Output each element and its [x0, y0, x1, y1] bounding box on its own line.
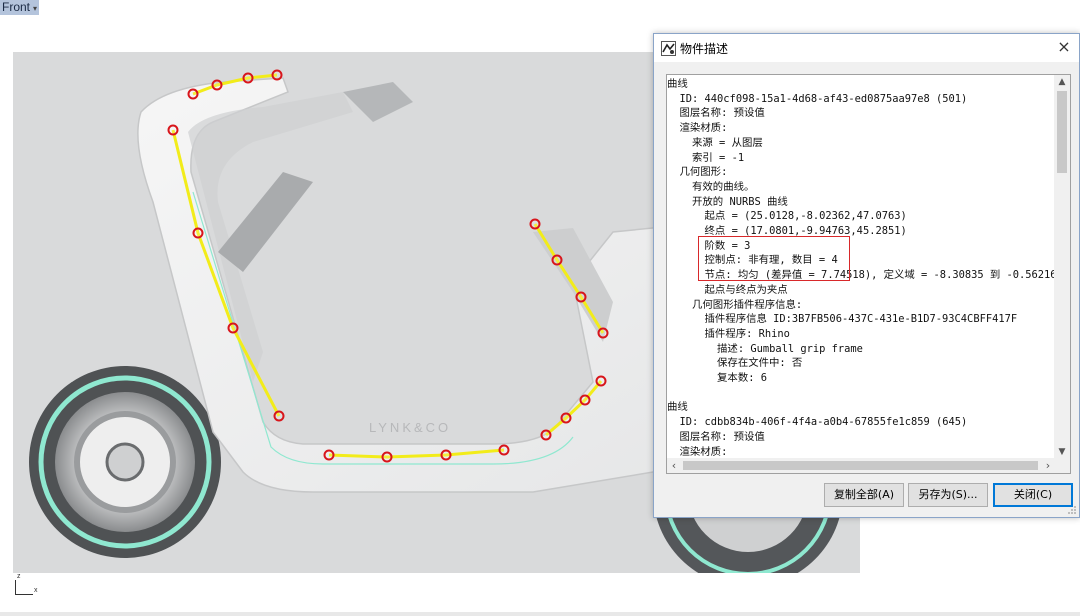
dropdown-caret-icon[interactable]: ▾ — [33, 1, 37, 16]
dialog-title-bar[interactable]: 物件描述 × — [654, 34, 1079, 62]
object-properties-dialog: 物件描述 × 曲线 ID: 440cf098-15a1-4d68-af43-ed… — [653, 33, 1080, 518]
copy-all-button[interactable]: 复制全部(A) — [824, 483, 904, 507]
viewport-tab-front[interactable]: Front ▾ — [0, 0, 40, 16]
rear-wheel — [29, 366, 221, 558]
description-line: 复本数: 6 — [667, 372, 767, 384]
grip-point — [323, 449, 335, 461]
axis-z-line — [15, 580, 16, 594]
grip-point — [271, 69, 283, 81]
grip-point — [579, 394, 591, 406]
description-line: ID: cdbb834b-406f-4f4a-a0b4-67855fe1c859… — [667, 416, 968, 429]
axis-x-line — [15, 594, 33, 595]
axis-x-label: x — [34, 587, 38, 594]
axis-indicator: z x — [12, 573, 42, 598]
description-line: 渲染材质: — [667, 122, 728, 135]
viewport-tab-label: Front — [2, 0, 31, 14]
grip-point — [498, 444, 510, 456]
resize-grip-icon[interactable] — [1067, 505, 1077, 515]
description-line: 描述: Gumball grip frame — [667, 342, 863, 355]
highlight-annotation-box — [698, 236, 850, 281]
description-line: 保存在文件中: 否 — [667, 357, 803, 370]
grip-point — [192, 227, 204, 239]
description-line: 来源 = 从图层 — [667, 136, 763, 149]
dialog-title: 物件描述 — [680, 42, 729, 56]
description-line: 图层名称: 预设值 — [667, 430, 765, 443]
description-line: 插件程序信息 ID:3B7FB506-437C-431e-B1D7-93C4CB… — [667, 313, 1018, 326]
grip-point — [595, 375, 607, 387]
grip-point — [381, 451, 393, 463]
description-line: 渲染材质: — [667, 445, 728, 458]
horizontal-scroll-thumb[interactable] — [683, 461, 1038, 470]
grip-point — [211, 79, 223, 91]
status-strip — [0, 612, 1080, 616]
grip-point — [529, 218, 541, 230]
scroll-right-icon[interactable]: › — [1041, 458, 1055, 473]
scroll-down-icon[interactable]: ▼ — [1054, 445, 1070, 459]
save-as-button[interactable]: 另存为(S)... — [908, 483, 988, 507]
horizontal-scrollbar[interactable]: ‹ › — [667, 458, 1055, 473]
grip-point — [227, 322, 239, 334]
scooter-logo: LYNK&CO — [369, 420, 451, 435]
vertical-scrollbar[interactable]: ▲ ▼ — [1054, 75, 1070, 459]
description-line: 几何图形: — [667, 166, 728, 179]
dialog-app-icon — [661, 41, 676, 56]
description-line: 曲线 — [667, 78, 688, 90]
description-line: 开放的 NURBS 曲线 — [667, 195, 788, 208]
vertical-scroll-thumb[interactable] — [1057, 91, 1067, 173]
grip-point — [560, 412, 572, 424]
scroll-left-icon[interactable]: ‹ — [667, 458, 681, 473]
description-text-area[interactable]: 曲线 ID: 440cf098-15a1-4d68-af43-ed0875aa9… — [666, 74, 1071, 474]
grip-point — [273, 410, 285, 422]
description-line: 索引 = -1 — [667, 151, 745, 164]
axis-z-label: z — [17, 573, 21, 580]
description-line: 图层名称: 预设值 — [667, 107, 765, 120]
grip-point — [242, 72, 254, 84]
description-line: 插件程序: Rhino — [667, 327, 790, 340]
grip-point — [440, 449, 452, 461]
description-line: 起点与终点为夹点 — [667, 283, 788, 296]
grip-point — [575, 291, 587, 303]
description-line: 起点 = (25.0128,-8.02362,47.0763) — [667, 210, 907, 223]
description-line: 有效的曲线。 — [667, 180, 755, 193]
grip-point — [167, 124, 179, 136]
grip-point — [597, 327, 609, 339]
description-line: 曲线 — [667, 401, 688, 414]
description-line: ID: 440cf098-15a1-4d68-af43-ed0875aa97e8… — [667, 92, 968, 105]
grip-point — [540, 429, 552, 441]
scrollbar-corner — [1054, 458, 1070, 473]
grip-point — [551, 254, 563, 266]
grip-point — [187, 88, 199, 100]
close-icon[interactable]: × — [1053, 37, 1075, 59]
scroll-up-icon[interactable]: ▲ — [1054, 75, 1070, 89]
close-button[interactable]: 关闭(C) — [993, 483, 1073, 507]
description-line: 几何图形插件程序信息: — [667, 298, 803, 311]
